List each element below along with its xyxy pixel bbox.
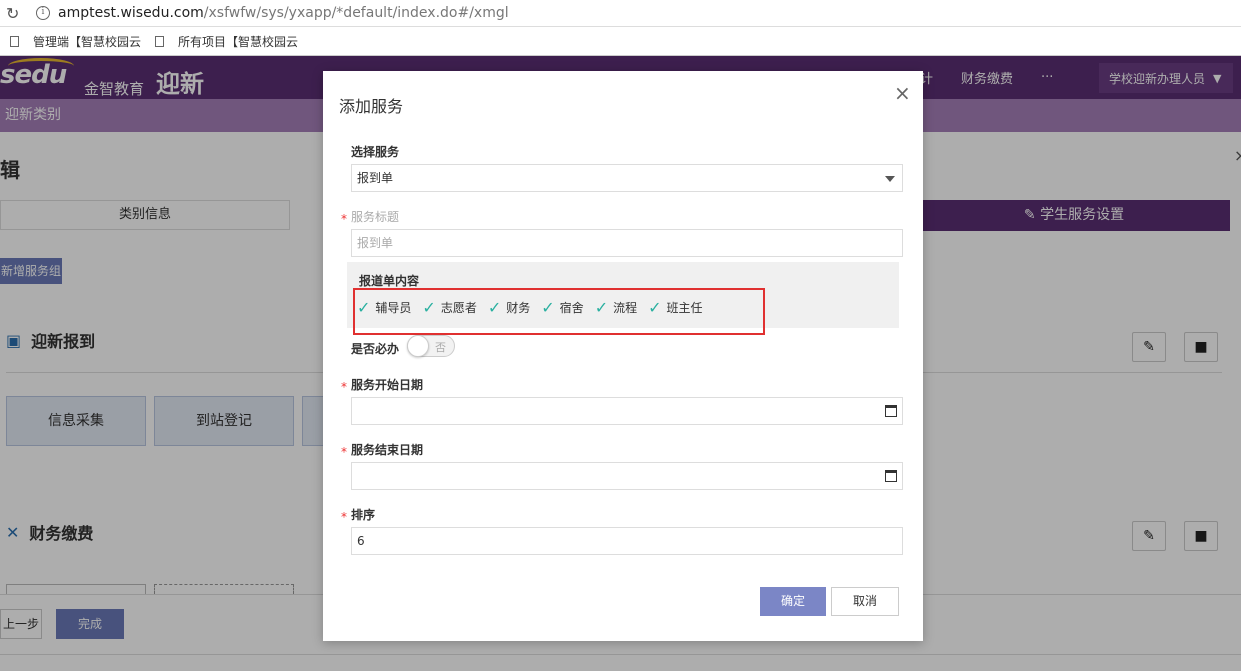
content-label: 报道单内容 [359,274,420,288]
reload-icon[interactable]: ↻ [6,4,28,23]
bookmark-item[interactable]: 管理端【智慧校园云 [10,33,141,50]
close-icon[interactable]: × [894,81,911,105]
service-title-input[interactable]: 报到单 [351,229,903,257]
end-date-input[interactable] [351,462,903,490]
required-label: 是否必办 [351,342,400,356]
select-service-label: 选择服务 [351,145,400,159]
end-date-label: 服务结束日期 [351,443,424,457]
required-mark: * [341,510,347,524]
required-mark: * [341,445,347,459]
service-title-label: 服务标题 [351,210,400,224]
required-toggle[interactable]: 否 [407,335,455,357]
toggle-off-label: 否 [435,341,446,354]
bookmark-item[interactable]: 所有项目【智慧校园云 [155,33,298,50]
add-service-dialog: 添加服务 × 选择服务 报到单 * 服务标题 报到单 报道单内容 ✓ 辅导员 ✓ 志… [323,71,923,641]
cancel-button[interactable]: 取消 [831,587,899,616]
service-select[interactable]: 报到单 [351,164,903,192]
required-mark: * [341,212,347,226]
toggle-knob [407,335,429,357]
info-icon[interactable]: i [36,6,50,20]
bookmarks-bar: 管理端【智慧校园云 所有项目【智慧校园云 [0,27,1241,56]
calendar-icon[interactable] [885,405,897,417]
calendar-icon[interactable] [885,470,897,482]
dialog-title: 添加服务 [339,97,404,116]
confirm-button[interactable]: 确定 [760,587,826,616]
page-icon [155,35,165,47]
order-input[interactable]: 6 [351,527,903,555]
required-mark: * [341,380,347,394]
highlight-box [353,288,765,335]
caret-down-icon [885,176,895,182]
page-icon [10,35,19,47]
order-label: 排序 [351,508,376,522]
address-bar[interactable]: ↻ i amptest.wisedu.com/xsfwfw/sys/yxapp/… [0,0,1241,27]
start-date-label: 服务开始日期 [351,378,424,392]
start-date-input[interactable] [351,397,903,425]
url-text[interactable]: amptest.wisedu.com/xsfwfw/sys/yxapp/*def… [58,5,509,21]
